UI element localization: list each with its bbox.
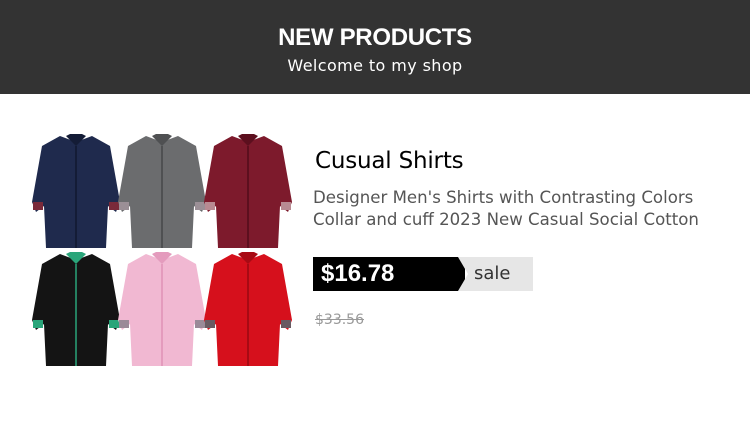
red-shirt-image	[204, 252, 292, 366]
pink-shirt-image	[118, 252, 206, 366]
black-shirt-image	[32, 252, 120, 366]
product-title[interactable]: Cusual Shirts	[315, 148, 464, 174]
original-price: $33.56	[315, 312, 364, 328]
banner-subtitle: Welcome to my shop	[287, 56, 463, 75]
banner-title: NEW PRODUCTS	[278, 24, 472, 51]
burgundy-shirt-image	[204, 134, 292, 248]
header-banner: NEW PRODUCTS Welcome to my shop	[0, 0, 750, 94]
sale-badge: sale	[458, 257, 533, 291]
gray-shirt-image	[118, 134, 206, 248]
sale-price: $16.78	[313, 257, 465, 291]
product-description: Designer Men's Shirts with Contrasting C…	[313, 188, 699, 229]
product-image[interactable]	[28, 130, 296, 370]
navy-shirt-image	[32, 134, 120, 248]
